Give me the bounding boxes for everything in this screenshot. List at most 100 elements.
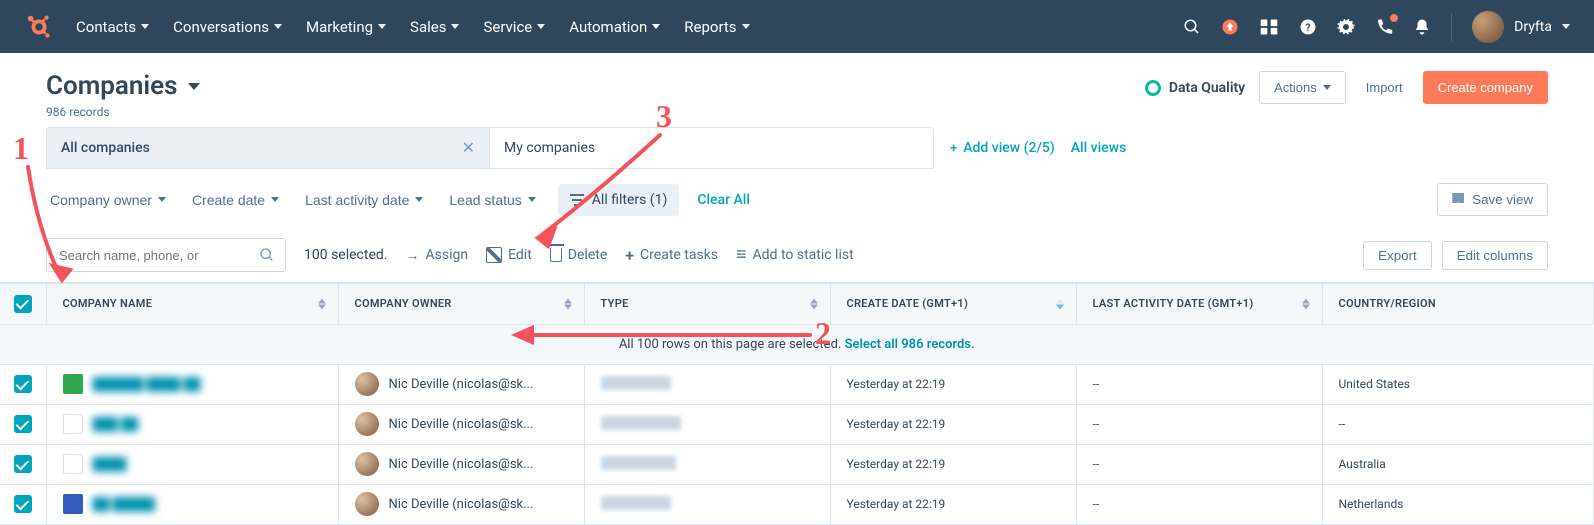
phone-icon[interactable]	[1375, 18, 1393, 36]
help-icon[interactable]: ?	[1299, 18, 1317, 36]
header-company-name[interactable]: Company name	[46, 284, 338, 324]
nav-marketing[interactable]: Marketing	[306, 18, 386, 36]
import-button[interactable]: Import	[1360, 72, 1409, 103]
company-logo	[63, 494, 83, 514]
account-menu[interactable]: Dryfta	[1472, 11, 1570, 43]
sort-icon	[1302, 298, 1310, 309]
filter-company-owner[interactable]: Company owner	[46, 186, 170, 214]
quality-gauge-icon	[1145, 80, 1161, 96]
select-all-records-link[interactable]: Select all 986 records.	[845, 337, 975, 352]
all-views-link[interactable]: All views	[1071, 140, 1127, 156]
nav-reports[interactable]: Reports	[684, 18, 749, 36]
owner-name: Nic Deville (nicolas@sk...	[389, 417, 534, 432]
view-tab-all-companies[interactable]: All companies ✕	[47, 128, 490, 168]
view-tab-my-companies[interactable]: My companies	[490, 128, 933, 168]
notifications-icon[interactable]	[1413, 18, 1431, 36]
type-blurred	[601, 416, 681, 430]
chevron-down-icon	[1323, 85, 1331, 90]
header-last-activity[interactable]: Last Activity Date (GMT+1)	[1076, 284, 1322, 324]
global-nav: Contacts Conversations Marketing Sales S…	[0, 0, 1594, 53]
page-header: Companies 986 records Data Quality Actio…	[0, 53, 1594, 127]
plus-icon: +	[950, 141, 957, 156]
create-tasks-action[interactable]: Create tasks	[625, 246, 718, 265]
chevron-down-icon	[158, 197, 166, 202]
search-input[interactable]	[57, 247, 251, 264]
type-cell	[584, 444, 830, 484]
created-cell: Yesterday at 22:19	[830, 444, 1076, 484]
row-checkbox[interactable]	[14, 375, 32, 393]
owner-cell: Nic Deville (nicolas@sk...	[338, 364, 584, 404]
clear-all-link[interactable]: Clear All	[697, 192, 750, 208]
nav-service[interactable]: Service	[483, 18, 545, 36]
edit-label: Edit	[508, 247, 532, 263]
owner-cell: Nic Deville (nicolas@sk...	[338, 444, 584, 484]
search-icon[interactable]	[1183, 18, 1201, 36]
filter-create-date[interactable]: Create date	[188, 186, 283, 214]
records-count: 986 records	[46, 105, 200, 119]
country-cell: --	[1322, 404, 1594, 444]
company-name-cell[interactable]: ██████ ████ ██	[46, 364, 338, 404]
all-filters-chip[interactable]: All filters (1)	[558, 184, 680, 216]
bulk-action-bar: 100 selected. Assign Edit Delete Create …	[0, 230, 1594, 282]
edit-columns-button[interactable]: Edit columns	[1442, 241, 1548, 270]
all-filters-label: All filters (1)	[592, 192, 668, 208]
created-cell: Yesterday at 22:19	[830, 484, 1076, 524]
row-checkbox[interactable]	[14, 495, 32, 513]
table-row: ██████ ████ ██ Nic Deville (nicolas@sk..…	[0, 364, 1594, 404]
header-company-owner[interactable]: Company owner	[338, 284, 584, 324]
assign-action[interactable]: Assign	[405, 247, 468, 264]
svg-text:?: ?	[1306, 20, 1311, 33]
nav-conversations[interactable]: Conversations	[173, 18, 282, 36]
row-checkbox[interactable]	[14, 455, 32, 473]
nav-automation[interactable]: Automation	[569, 18, 660, 36]
filter-lead-status[interactable]: Lead status	[445, 186, 539, 214]
chevron-down-icon	[1562, 24, 1570, 29]
table-row: ████ Nic Deville (nicolas@sk... Yesterda…	[0, 444, 1594, 484]
nav-sales[interactable]: Sales	[410, 18, 459, 36]
upgrade-icon[interactable]	[1221, 18, 1239, 36]
header-label: Create Date (GMT+1)	[847, 297, 969, 310]
header-country[interactable]: Country/Region	[1322, 284, 1594, 324]
avatar	[355, 412, 379, 436]
company-name-blurred: ███ ██	[93, 417, 139, 431]
page-title-dropdown[interactable]: Companies	[46, 71, 200, 101]
header-create-date[interactable]: Create Date (GMT+1)	[830, 284, 1076, 324]
filter-funnel-icon	[570, 194, 584, 206]
country-cell: Netherlands	[1322, 484, 1594, 524]
marketplace-icon[interactable]	[1259, 18, 1279, 36]
type-blurred	[601, 456, 676, 470]
delete-action[interactable]: Delete	[550, 247, 607, 263]
company-name-cell[interactable]: ████	[46, 444, 338, 484]
row-checkbox[interactable]	[14, 415, 32, 433]
select-all-checkbox[interactable]	[14, 295, 32, 313]
chevron-down-icon	[271, 197, 279, 202]
save-view-button[interactable]: Save view	[1437, 183, 1548, 216]
search-input-wrapper[interactable]	[46, 238, 286, 272]
export-button[interactable]: Export	[1363, 241, 1432, 270]
settings-icon[interactable]	[1337, 18, 1355, 36]
company-name-cell[interactable]: ███ ██	[46, 404, 338, 444]
add-view-button[interactable]: + Add view (2/5)	[950, 140, 1055, 156]
add-to-list-action[interactable]: Add to static list	[736, 247, 854, 263]
actions-button[interactable]: Actions	[1259, 71, 1346, 104]
nav-contacts[interactable]: Contacts	[76, 18, 149, 36]
nav-menus: Contacts Conversations Marketing Sales S…	[76, 18, 1161, 36]
create-company-button[interactable]: Create company	[1423, 71, 1548, 104]
header-type[interactable]: Type	[584, 284, 830, 324]
sort-icon	[810, 298, 818, 309]
companies-table: Company name Company owner Type Create D…	[0, 282, 1594, 525]
save-view-label: Save view	[1472, 192, 1533, 207]
company-name-cell[interactable]: ██ █████	[46, 484, 338, 524]
divider	[1451, 13, 1452, 41]
created-cell: Yesterday at 22:19	[830, 404, 1076, 444]
filter-last-activity[interactable]: Last activity date	[301, 186, 427, 214]
close-icon[interactable]: ✕	[462, 140, 475, 156]
country-cell: United States	[1322, 364, 1594, 404]
type-cell	[584, 484, 830, 524]
data-quality-label: Data Quality	[1169, 80, 1245, 96]
hubspot-logo-icon[interactable]	[24, 12, 54, 42]
edit-action[interactable]: Edit	[486, 247, 532, 263]
chevron-down-icon	[537, 24, 545, 29]
data-quality-link[interactable]: Data Quality	[1145, 80, 1245, 96]
sort-desc-icon	[1056, 298, 1064, 309]
